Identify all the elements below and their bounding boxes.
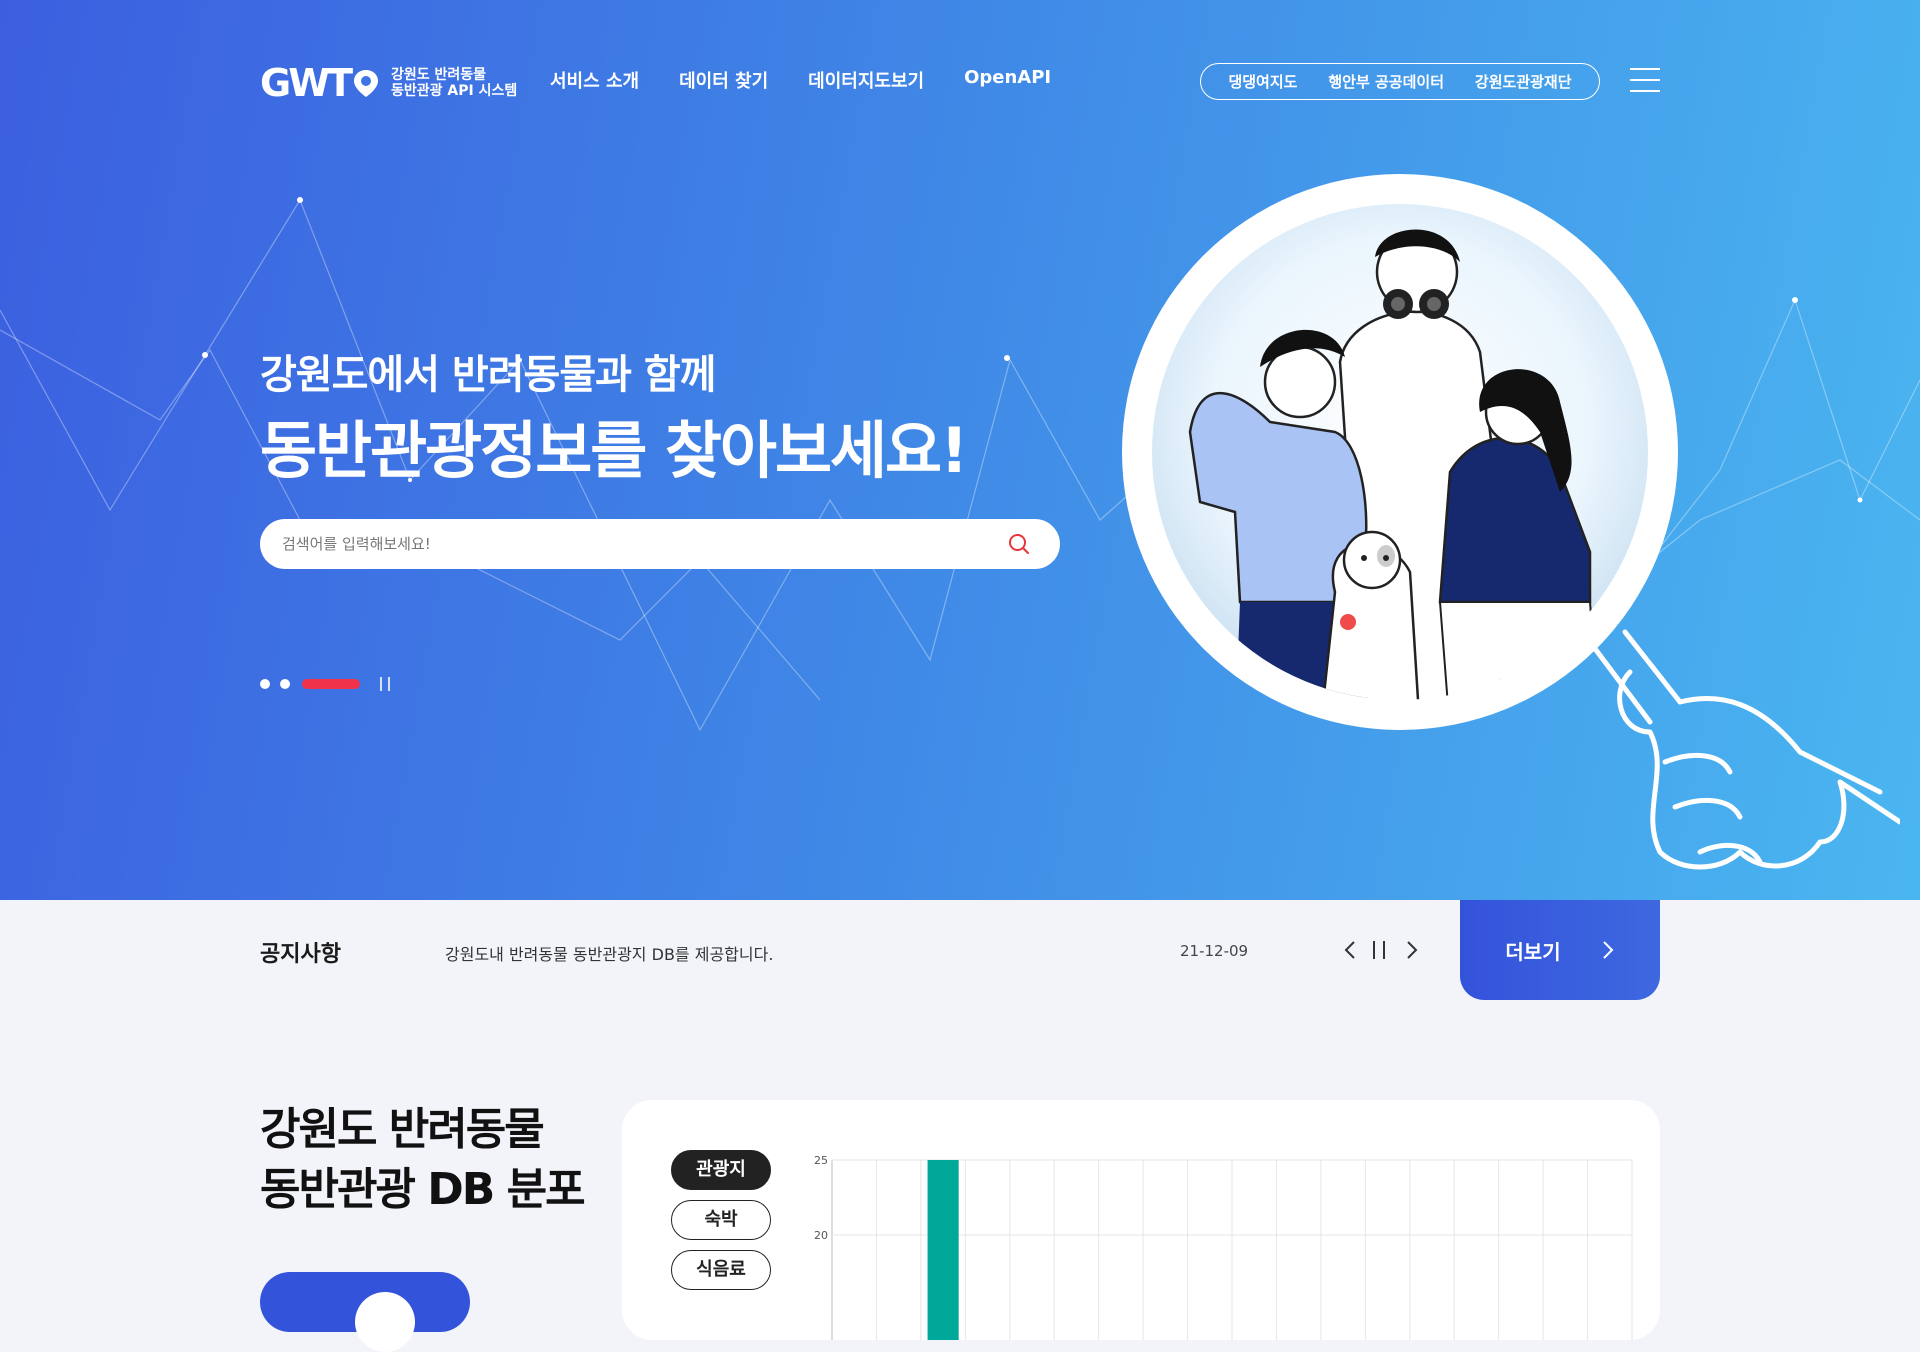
db-chart-card: 관광지 숙박 식음료 25 20: [622, 1100, 1660, 1340]
quick-link-gangwon-tourism[interactable]: 강원도관광재단: [1475, 71, 1572, 92]
slide-dot-2[interactable]: [280, 679, 290, 689]
chevron-right-icon: [1602, 941, 1614, 959]
main-nav: 서비스 소개 데이터 찾기 데이터지도보기 OpenAPI: [550, 67, 1051, 93]
more-button-label: 더보기: [1505, 939, 1561, 964]
category-tourist-spot[interactable]: 관광지: [671, 1150, 771, 1190]
notice-text[interactable]: 강원도내 반려동물 동반관광지 DB를 제공합니다.: [445, 941, 773, 965]
search-icon[interactable]: [1007, 532, 1031, 556]
slider-controls: [260, 677, 390, 691]
location-pin-icon: [354, 70, 379, 97]
slide-dot-1[interactable]: [260, 679, 270, 689]
chart-y-tick-label: 20: [814, 1229, 828, 1242]
chart-y-ticks: 25 20: [814, 1154, 828, 1242]
pause-icon[interactable]: [1373, 941, 1385, 959]
chart-bars: [927, 1160, 959, 1340]
slide-dot-active[interactable]: [302, 679, 360, 689]
category-food[interactable]: 식음료: [671, 1250, 771, 1290]
notice-date: 21-12-09: [1180, 942, 1249, 960]
hamburger-icon[interactable]: [1630, 68, 1660, 92]
quick-link-mois-public-data[interactable]: 행안부 공공데이터: [1328, 71, 1444, 92]
search-input[interactable]: [280, 519, 980, 569]
logo-subtitle: 강원도 반려동물 동반관광 API 시스템: [391, 67, 517, 99]
quick-links-group: 댕댕여지도 행안부 공공데이터 강원도관광재단: [1200, 63, 1600, 100]
db-action-button[interactable]: [260, 1272, 470, 1352]
chevron-left-icon[interactable]: [1340, 938, 1360, 962]
notice-bar: 공지사항 강원도내 반려동물 동반관광지 DB를 제공합니다. 21-12-09…: [0, 900, 1920, 1000]
chart-y-tick-label: 25: [814, 1154, 828, 1167]
chart-bar[interactable]: [927, 1160, 959, 1340]
pause-icon[interactable]: [380, 677, 390, 691]
quick-link-dangdang-map[interactable]: 댕댕여지도: [1228, 71, 1297, 92]
db-title-line-2: 동반관광 DB 분포: [260, 1164, 586, 1215]
site-logo[interactable]: GWT 강원도 반려동물 동반관광 API 시스템: [260, 61, 517, 105]
magnifier-illustration: [1122, 174, 1900, 870]
logo-line-1: 강원도 반려동물: [391, 67, 487, 83]
hero-title: 동반관광정보를 찾아보세요!: [260, 414, 968, 487]
logo-wordmark: GWT: [260, 61, 381, 105]
search-bar: [260, 519, 1060, 569]
nav-service-intro[interactable]: 서비스 소개: [550, 67, 639, 93]
nav-data-map[interactable]: 데이터지도보기: [808, 67, 924, 93]
db-title-line-1: 강원도 반려동물: [260, 1104, 545, 1155]
more-button[interactable]: 더보기: [1460, 900, 1660, 1000]
nav-data-search[interactable]: 데이터 찾기: [679, 67, 768, 93]
hero-banner: GWT 강원도 반려동물 동반관광 API 시스템 서비스 소개 데이터 찾기 …: [0, 0, 1920, 900]
nav-openapi[interactable]: OpenAPI: [964, 67, 1051, 93]
db-button-circle: [355, 1292, 415, 1352]
db-section-title: 강원도 반려동물 동반관광 DB 분포: [260, 1100, 586, 1220]
logo-mark-text: GWT: [260, 61, 353, 105]
notice-label: 공지사항: [260, 942, 341, 967]
hero-subtitle: 강원도에서 반려동물과 함께: [260, 352, 716, 398]
site-header: GWT 강원도 반려동물 동반관광 API 시스템 서비스 소개 데이터 찾기 …: [260, 55, 1660, 105]
chevron-right-icon[interactable]: [1402, 938, 1422, 962]
category-lodging[interactable]: 숙박: [671, 1200, 771, 1240]
db-distribution-chart: 25 20: [814, 1154, 1633, 1340]
logo-line-2: 동반관광 API 시스템: [391, 83, 518, 99]
